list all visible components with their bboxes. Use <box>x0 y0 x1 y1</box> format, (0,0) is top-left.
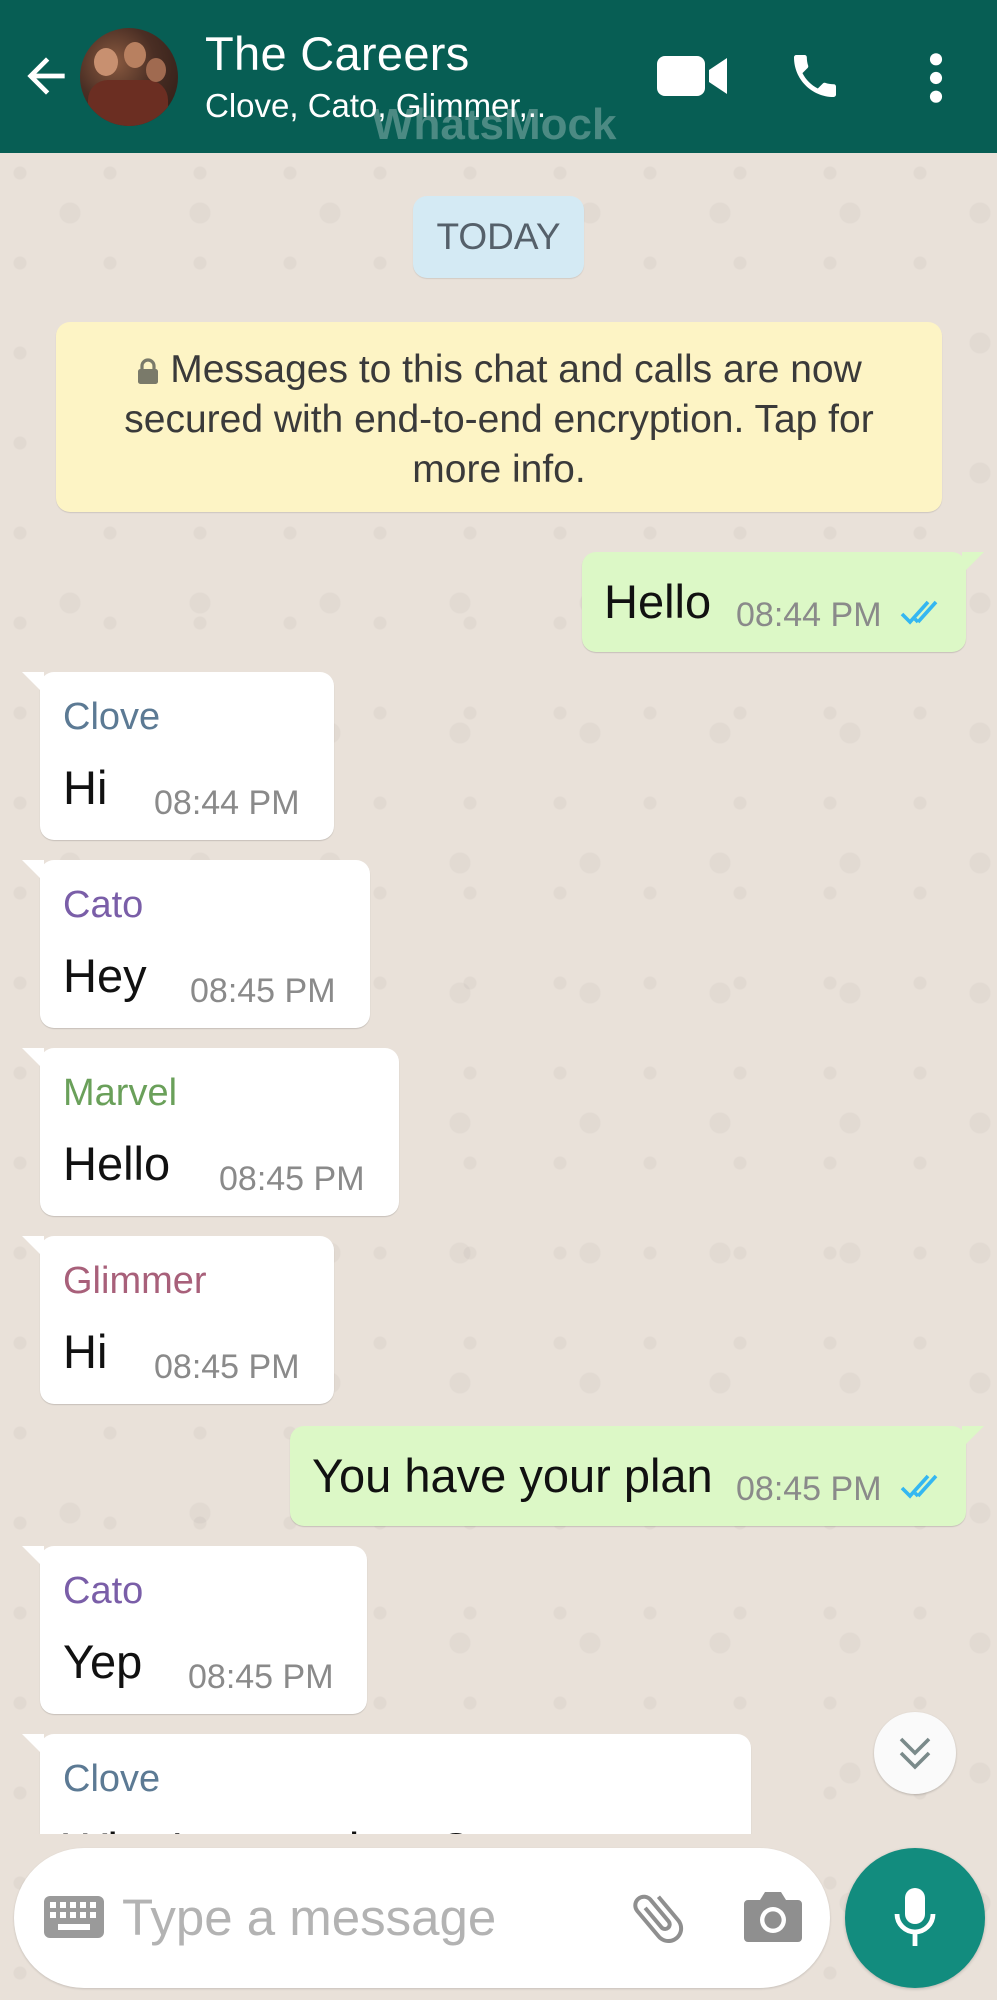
message-text: Hello <box>63 1137 171 1190</box>
message-input[interactable]: Type a message <box>122 1888 496 1947</box>
message-text: Hello <box>604 575 712 628</box>
sender-name[interactable]: Clove <box>63 1758 160 1801</box>
message-bubble-incoming[interactable]: Cato Hey 08:45 PM <box>22 860 370 1028</box>
sender-name[interactable]: Cato <box>63 884 143 927</box>
message-time: 08:44 PM <box>154 784 300 822</box>
microphone-icon <box>894 1888 936 1946</box>
message-bubble-outgoing[interactable]: You have your plan 08:45 PM <box>290 1426 984 1526</box>
camera-icon[interactable] <box>742 1888 804 1944</box>
double-chevron-down-icon <box>899 1737 931 1770</box>
date-divider: TODAY <box>413 196 584 278</box>
chat-title[interactable]: The Careers <box>205 26 470 81</box>
keyboard-icon[interactable] <box>44 1896 104 1938</box>
message-time: 08:44 PM <box>736 596 882 634</box>
message-text: What's your plan, Cato <box>63 1822 537 1834</box>
double-check-icon <box>900 1474 938 1499</box>
sender-name[interactable]: Marvel <box>63 1072 177 1115</box>
more-options-button[interactable] <box>918 50 954 106</box>
message-time: 08:45 PM <box>154 1348 300 1386</box>
message-text: Hey <box>63 949 147 1002</box>
chat-header: The Careers Clove, Cato, Glimmer,.. What… <box>0 0 997 153</box>
message-bubble-incoming[interactable]: Clove What's your plan, Cato <box>22 1734 751 1834</box>
encryption-text: Messages to this chat and calls are now … <box>124 348 874 491</box>
message-time: 08:45 PM <box>190 972 336 1010</box>
group-avatar[interactable] <box>80 28 178 126</box>
message-composer[interactable]: Type a message <box>14 1848 830 1988</box>
voice-record-button[interactable] <box>845 1848 985 1988</box>
message-text: Hi <box>63 761 108 814</box>
phone-call-icon <box>794 55 836 97</box>
message-time: 08:45 PM <box>219 1160 365 1198</box>
message-time: 08:45 PM <box>736 1470 882 1508</box>
sender-name[interactable]: Glimmer <box>63 1260 207 1303</box>
message-text: Yep <box>63 1635 143 1688</box>
more-vert-icon <box>929 53 943 103</box>
back-button[interactable] <box>18 48 74 104</box>
message-bubble-incoming[interactable]: Marvel Hello 08:45 PM <box>22 1048 399 1216</box>
message-bubble-incoming[interactable]: Glimmer Hi 08:45 PM <box>22 1236 334 1404</box>
message-bubble-outgoing[interactable]: Hello 08:44 PM <box>582 552 984 652</box>
message-text: You have your plan <box>312 1449 713 1502</box>
voice-call-button[interactable] <box>787 48 843 104</box>
message-bubble-incoming[interactable]: Clove Hi 08:44 PM <box>22 672 334 840</box>
double-check-icon <box>900 600 938 625</box>
sender-name[interactable]: Clove <box>63 696 160 739</box>
video-call-icon <box>657 56 727 96</box>
video-call-button[interactable] <box>657 52 729 100</box>
scroll-to-bottom-button[interactable] <box>874 1712 956 1794</box>
message-time: 08:45 PM <box>188 1658 334 1696</box>
message-bubble-incoming[interactable]: Cato Yep 08:45 PM <box>22 1546 367 1714</box>
arrow-left-icon <box>27 57 65 95</box>
message-clip-area: Clove What's your plan, Cato <box>0 1730 997 1834</box>
message-text: Hi <box>63 1325 108 1378</box>
encryption-notice[interactable]: Messages to this chat and calls are now … <box>56 322 942 512</box>
watermark: WhatsMock <box>372 100 617 149</box>
paperclip-icon[interactable] <box>626 1886 690 1950</box>
sender-name[interactable]: Cato <box>63 1570 143 1613</box>
lock-icon <box>138 358 159 384</box>
